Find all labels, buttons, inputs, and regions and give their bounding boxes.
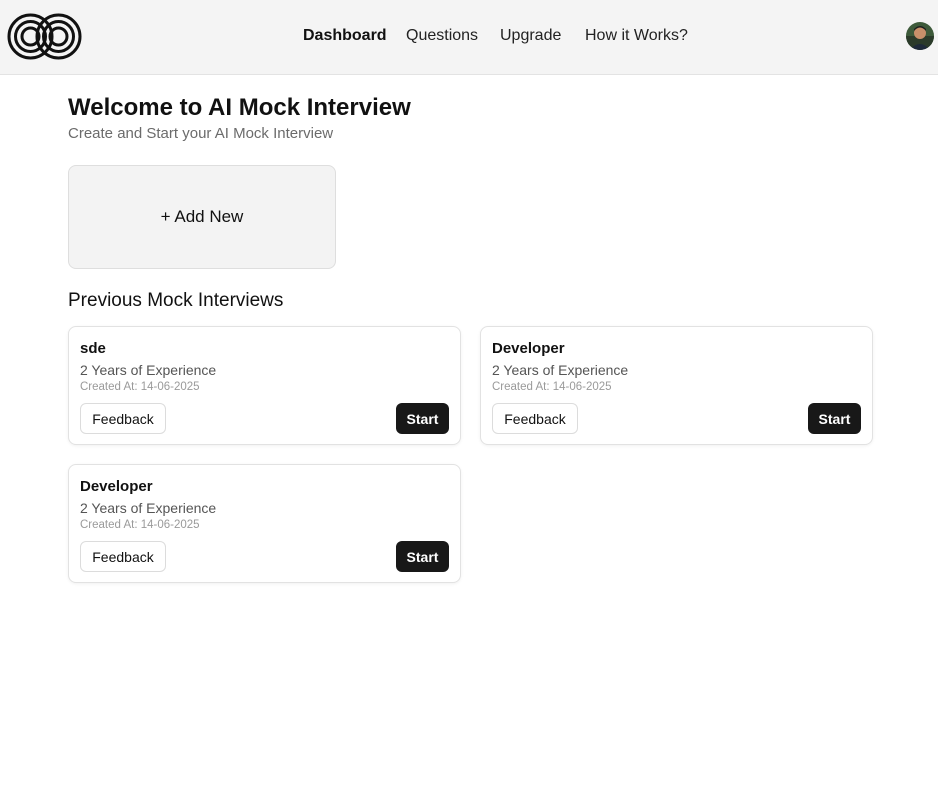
page-subtitle: Create and Start your AI Mock Interview [68, 125, 334, 142]
main-nav: Dashboard Questions Upgrade How it Works… [0, 0, 938, 75]
feedback-button[interactable]: Feedback [80, 541, 166, 572]
interview-card: sde 2 Years of Experience Created At: 14… [68, 326, 461, 445]
avatar-icon [906, 22, 934, 50]
start-button[interactable]: Start [396, 541, 449, 572]
add-new-interview-button[interactable]: + Add New [68, 165, 336, 269]
interview-experience: 2 Years of Experience [80, 500, 217, 516]
interview-card: Developer 2 Years of Experience Created … [68, 464, 461, 583]
interview-experience: 2 Years of Experience [80, 362, 217, 378]
interview-created-date: Created At: 14-06-2025 [80, 519, 200, 531]
top-navbar: Dashboard Questions Upgrade How it Works… [0, 0, 938, 75]
interview-role: Developer [80, 478, 153, 495]
user-avatar[interactable] [906, 22, 934, 50]
nav-questions[interactable]: Questions [406, 26, 478, 46]
interview-role: sde [80, 340, 106, 357]
nav-dashboard[interactable]: Dashboard [303, 26, 387, 46]
interview-created-date: Created At: 14-06-2025 [80, 381, 200, 393]
feedback-button[interactable]: Feedback [492, 403, 578, 434]
start-button[interactable]: Start [396, 403, 449, 434]
start-button[interactable]: Start [808, 403, 861, 434]
page-title: Welcome to AI Mock Interview [68, 94, 411, 121]
interview-role: Developer [492, 340, 565, 357]
interview-created-date: Created At: 14-06-2025 [492, 381, 612, 393]
interview-experience: 2 Years of Experience [492, 362, 629, 378]
nav-how-it-works[interactable]: How it Works? [585, 26, 688, 46]
interview-card: Developer 2 Years of Experience Created … [480, 326, 873, 445]
previous-interviews-heading: Previous Mock Interviews [68, 290, 284, 311]
nav-upgrade[interactable]: Upgrade [500, 26, 561, 46]
feedback-button[interactable]: Feedback [80, 403, 166, 434]
add-new-label: + Add New [160, 207, 244, 226]
